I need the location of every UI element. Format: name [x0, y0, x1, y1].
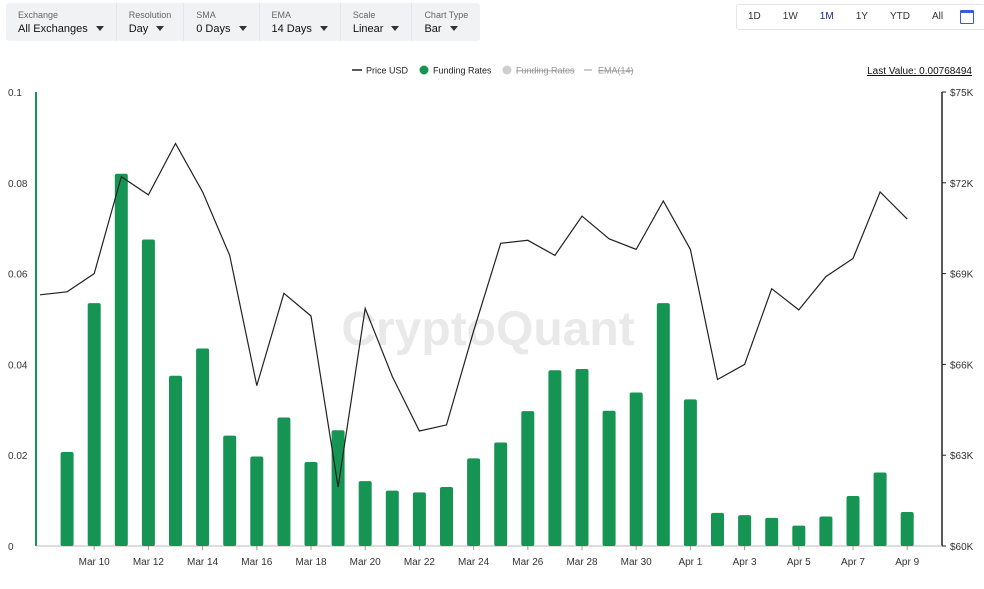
- funding-rate-bar: [467, 458, 481, 546]
- funding-rate-bar: [412, 492, 426, 546]
- x-tick-label: Mar 24: [458, 557, 490, 568]
- x-tick-label: Mar 28: [566, 557, 598, 568]
- funding-rate-bar: [656, 303, 670, 546]
- funding-rate-bar: [873, 472, 887, 546]
- x-tick-label: Mar 26: [512, 557, 544, 568]
- x-tick-label: Mar 14: [187, 557, 219, 568]
- y-left-tick-label: 0.02: [8, 451, 28, 462]
- y-right-tick-label: $69K: [950, 270, 974, 281]
- funding-rate-bar: [277, 417, 291, 546]
- x-tick-label: Apr 9: [895, 557, 919, 568]
- funding-rate-bar: [548, 370, 562, 546]
- funding-rate-bar: [765, 517, 779, 546]
- x-tick-label: Apr 5: [787, 557, 811, 568]
- funding-rate-bar: [819, 516, 833, 546]
- y-left-tick-label: 0.06: [8, 270, 28, 281]
- legend-item-label: Funding Rates: [433, 66, 492, 76]
- x-tick-label: Mar 18: [295, 557, 327, 568]
- x-tick-label: Mar 20: [350, 557, 382, 568]
- funding-rate-bar: [87, 303, 101, 546]
- funding-rate-bar: [792, 525, 806, 546]
- funding-rate-bar: [629, 392, 643, 546]
- funding-rate-bar: [711, 512, 724, 546]
- funding-rate-bar: [575, 368, 589, 546]
- x-tick-label: Apr 1: [678, 557, 702, 568]
- funding-rates-bars: [60, 173, 914, 547]
- x-tick-label: Mar 30: [621, 557, 653, 568]
- funding-rate-bar: [250, 456, 264, 546]
- funding-rate-bar: [440, 486, 453, 546]
- funding-rate-bar: [494, 442, 508, 546]
- watermark: CryptoQuant: [341, 303, 634, 356]
- funding-rate-bar: [385, 490, 399, 546]
- funding-rate-bar: [114, 173, 128, 546]
- funding-rate-bar: [683, 399, 697, 546]
- y-right-tick-label: $60K: [950, 542, 974, 553]
- y-left-tick-label: 0: [8, 542, 14, 553]
- x-tick-label: Mar 16: [241, 557, 273, 568]
- x-tick-label: Mar 22: [404, 557, 436, 568]
- y-left-tick-label: 0.04: [8, 360, 28, 371]
- funding-rate-bar: [196, 348, 210, 546]
- y-right-tick-label: $75K: [950, 88, 974, 99]
- funding-rate-bar: [141, 239, 155, 547]
- y-left-tick-label: 0.1: [8, 88, 22, 99]
- funding-rate-bar: [169, 375, 182, 546]
- y-right-tick-label: $63K: [950, 451, 974, 462]
- x-tick-label: Mar 10: [79, 557, 111, 568]
- funding-rates-chart: CryptoQuant Price USD Funding Rates Fundin…: [8, 65, 974, 568]
- funding-rate-bar: [60, 452, 74, 546]
- funding-rate-bar: [223, 435, 237, 546]
- y-left-tick-label: 0.08: [8, 179, 28, 190]
- legend-item-label: Funding Rates: [516, 66, 575, 76]
- x-tick-label: Apr 7: [841, 557, 865, 568]
- legend-dot-marker: [502, 65, 512, 75]
- funding-rate-bar: [900, 511, 914, 546]
- legend-dot-marker: [419, 65, 429, 75]
- y-right-tick-label: $66K: [950, 360, 974, 371]
- funding-rate-bar: [602, 410, 616, 546]
- funding-rate-bar: [304, 462, 318, 546]
- x-tick-label: Mar 12: [133, 557, 165, 568]
- funding-rate-bar: [358, 481, 372, 546]
- funding-rate-bar: [521, 411, 535, 546]
- y-right-tick-label: $72K: [950, 179, 974, 190]
- x-tick-label: Apr 3: [733, 557, 757, 568]
- legend: Price USD Funding Rates Funding Rates EMA(1…: [352, 65, 634, 76]
- funding-rate-bar: [846, 496, 860, 546]
- legend-item-label: Price USD: [366, 66, 409, 76]
- legend-item-label: EMA(14): [598, 66, 634, 76]
- funding-rate-bar: [331, 430, 345, 546]
- funding-rate-bar: [738, 515, 752, 546]
